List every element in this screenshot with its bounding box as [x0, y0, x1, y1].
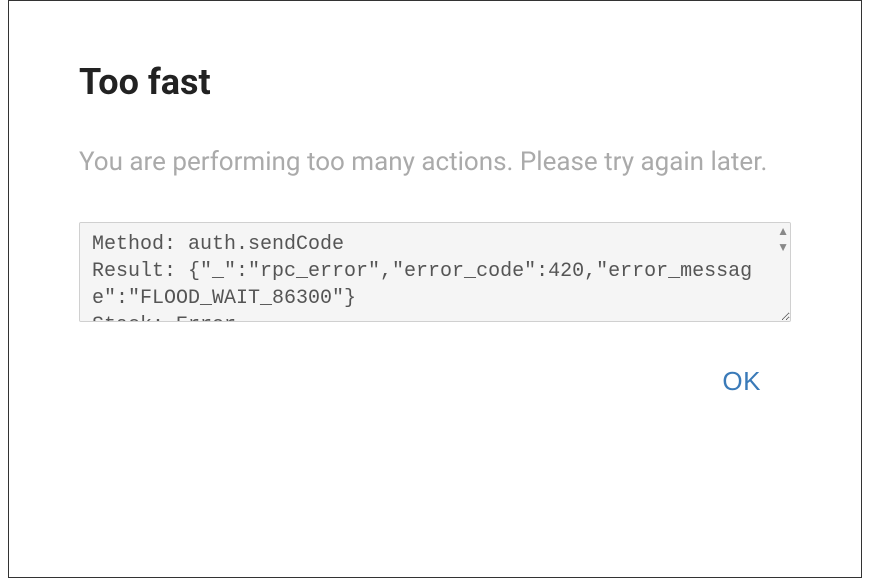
error-details-textarea[interactable]: [79, 222, 791, 322]
error-dialog: Too fast You are performing too many act…: [8, 0, 862, 578]
ok-button[interactable]: OK: [702, 356, 781, 407]
error-details-wrapper: ▲ ▼: [79, 222, 791, 326]
dialog-content: Too fast You are performing too many act…: [9, 1, 861, 437]
dialog-actions: OK: [79, 356, 791, 407]
dialog-message: You are performing too many actions. Ple…: [79, 143, 791, 182]
dialog-title: Too fast: [79, 61, 791, 103]
